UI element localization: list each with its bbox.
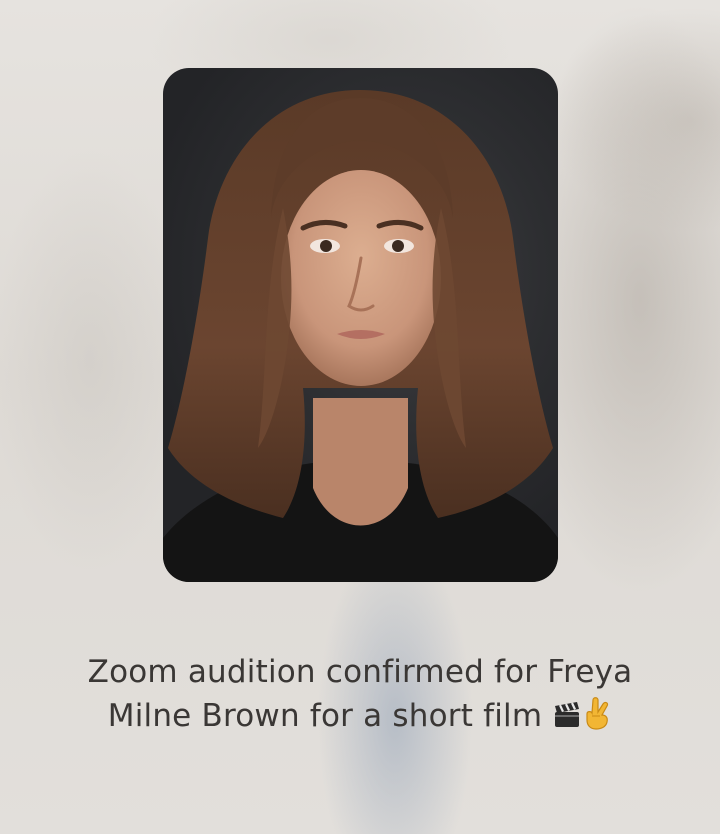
crossed-fingers-icon xyxy=(584,696,612,742)
caption-line-2: Milne Brown for a short film xyxy=(20,694,700,742)
caption-line-2-text: Milne Brown for a short film xyxy=(107,698,543,734)
post-caption: Zoom audition confirmed for Freya Milne … xyxy=(20,650,700,742)
neck xyxy=(313,398,408,526)
clapper-board-icon xyxy=(552,698,582,742)
face xyxy=(281,170,441,386)
headshot-photo xyxy=(163,68,558,582)
headshot-illustration xyxy=(163,90,558,582)
caption-line-1: Zoom audition confirmed for Freya xyxy=(87,654,633,690)
